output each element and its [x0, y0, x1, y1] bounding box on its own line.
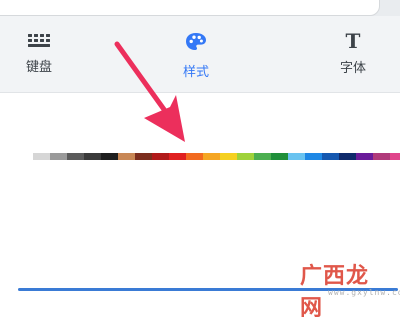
watermark: 广西龙网 www.gxylnw.com [300, 258, 400, 321]
palette-icon [186, 33, 206, 50]
tab-font[interactable]: T 字体 [313, 29, 393, 88]
color-swatch[interactable] [67, 153, 84, 160]
font-icon: T [345, 29, 361, 53]
input-toolbar: 键盘 样式 T 字体 [0, 16, 400, 93]
color-swatch[interactable] [254, 153, 271, 160]
color-swatch[interactable] [169, 153, 186, 160]
keyboard-icon [27, 34, 51, 50]
color-swatch[interactable] [84, 153, 101, 160]
color-swatch[interactable] [16, 153, 33, 160]
color-swatch[interactable] [152, 153, 169, 160]
watermark-url: www.gxylnw.com [328, 288, 400, 297]
color-palette [16, 153, 400, 160]
color-swatch[interactable] [288, 153, 305, 160]
tab-style[interactable]: 样式 [156, 32, 236, 88]
color-swatch[interactable] [373, 153, 390, 160]
color-swatch[interactable] [237, 153, 254, 160]
tab-keyboard-label: 键盘 [25, 60, 52, 75]
color-swatch[interactable] [186, 153, 203, 160]
color-swatch[interactable] [305, 153, 322, 160]
color-swatch[interactable] [390, 153, 400, 160]
top-strip [0, 0, 400, 16]
color-swatch[interactable] [271, 153, 288, 160]
color-swatch[interactable] [220, 153, 237, 160]
tab-font-label: 字体 [339, 61, 366, 76]
color-swatch[interactable] [135, 153, 152, 160]
color-swatch[interactable] [50, 153, 67, 160]
color-swatch[interactable] [322, 153, 339, 160]
text-input-area[interactable] [0, 0, 380, 16]
color-swatch[interactable] [101, 153, 118, 160]
color-swatch[interactable] [33, 153, 50, 160]
tab-style-label: 样式 [182, 65, 209, 80]
color-swatch[interactable] [203, 153, 220, 160]
color-swatch[interactable] [339, 153, 356, 160]
color-swatch[interactable] [356, 153, 373, 160]
color-swatch[interactable] [118, 153, 135, 160]
tab-keyboard[interactable]: 键盘 [0, 32, 79, 88]
